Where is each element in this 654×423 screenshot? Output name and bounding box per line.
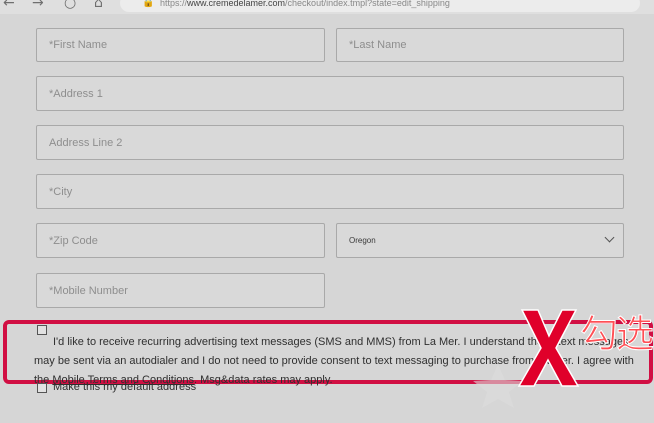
x-mark-icon [517, 309, 580, 387]
address2-field[interactable]: Address Line 2 [36, 125, 624, 160]
state-select[interactable]: Oregon [336, 223, 624, 258]
city-placeholder: *City [49, 185, 73, 198]
chevron-down-icon [604, 232, 615, 243]
reload-icon[interactable]: ○ [64, 0, 76, 11]
lock-icon: 🔒 [142, 0, 155, 8]
default-address-checkbox[interactable] [37, 383, 47, 393]
first-name-placeholder: *First Name [49, 39, 108, 51]
default-address-label: Make this my default address [53, 381, 197, 393]
address1-field[interactable]: *Address 1 [36, 76, 624, 111]
browser-toolbar: ← → ○ ⌂ 🔒 https://www.cremedelamer.com/c… [0, 0, 654, 14]
mobile-number-placeholder: *Mobile Number [49, 284, 128, 297]
zip-code-field[interactable]: *Zip Code [36, 223, 325, 258]
home-icon[interactable]: ⌂ [94, 0, 103, 11]
back-icon[interactable]: ← [3, 0, 15, 11]
check-instruction-label: 勾选 [579, 312, 654, 357]
last-name-placeholder: *Last Name [349, 39, 407, 51]
last-name-field[interactable]: *Last Name [336, 28, 624, 62]
first-name-field[interactable]: *First Name [36, 28, 325, 62]
city-field[interactable]: *City [36, 174, 624, 209]
mobile-number-field[interactable]: *Mobile Number [36, 273, 325, 308]
address2-placeholder: Address Line 2 [49, 136, 123, 149]
url-text: https://www.cremedelamer.com/checkout/in… [160, 0, 450, 8]
state-value: Oregon [349, 236, 376, 245]
address-bar[interactable]: 🔒 https://www.cremedelamer.com/checkout/… [120, 0, 640, 12]
address1-placeholder: *Address 1 [49, 87, 103, 100]
zip-code-placeholder: *Zip Code [49, 234, 98, 247]
forward-icon[interactable]: → [32, 0, 44, 11]
